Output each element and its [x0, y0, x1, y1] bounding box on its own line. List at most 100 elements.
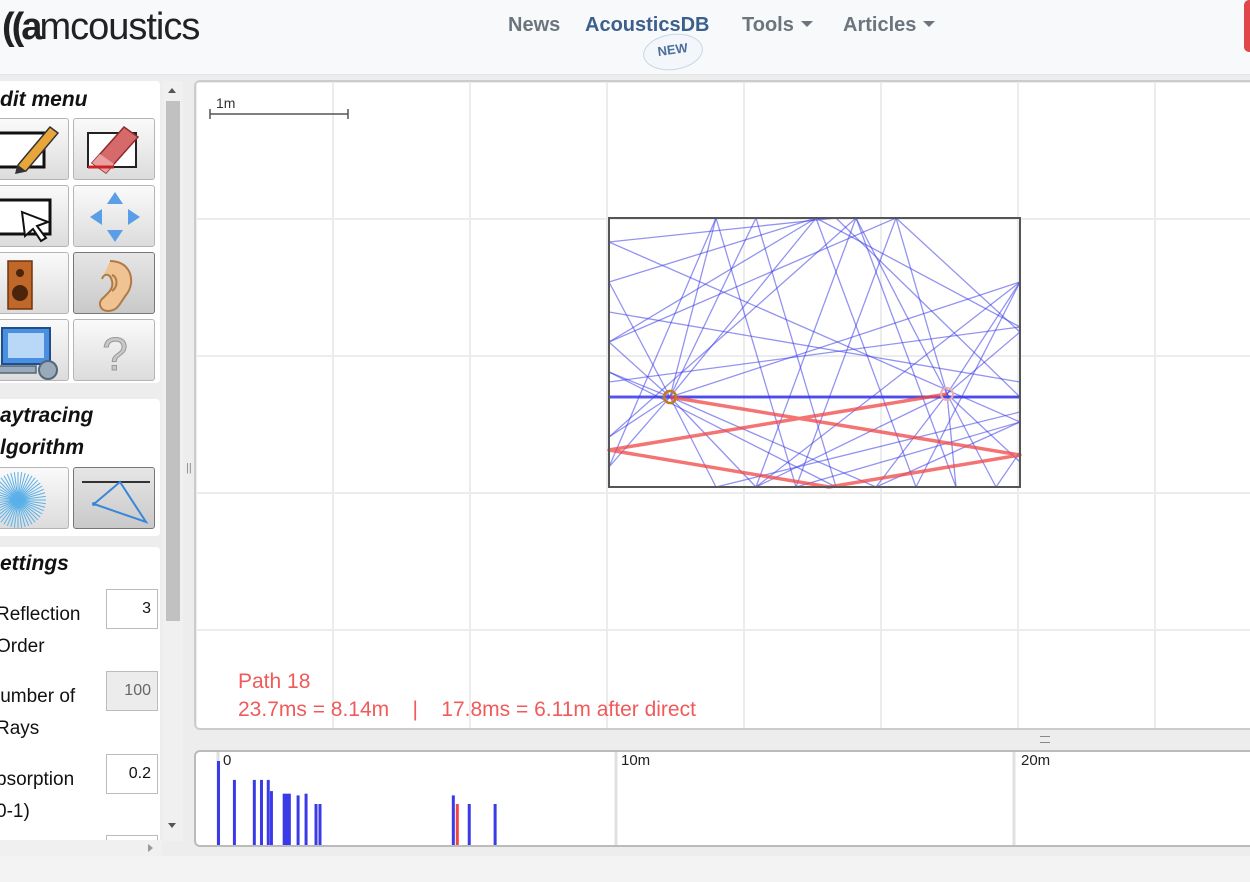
raytracing-title-line2: lgorithm [0, 436, 84, 459]
timeline-tick-20m: 20m [1021, 752, 1051, 769]
speaker-icon [7, 260, 33, 310]
amcoustics-logo[interactable]: ((amcoustics [2, 6, 200, 49]
ray-segment [815, 217, 1021, 328]
ray-segment [895, 217, 948, 395]
number-of-rays-label: lumber of Rays [0, 681, 75, 745]
ray-segment [608, 217, 717, 468]
absorption-label-line2: 0-1) [0, 801, 30, 822]
timeline-tick-10m: 10m [621, 752, 651, 769]
ear-icon [99, 260, 133, 313]
top-navbar: ((amcoustics News AcousticsDB NEW Tools … [0, 0, 1250, 75]
sidebar-vertical-scrollbar[interactable] [163, 81, 183, 841]
ray-segment [946, 331, 1021, 395]
reflection-order-label-line2: Order [0, 636, 45, 657]
nav-tools-dropdown[interactable]: Tools [742, 14, 813, 37]
select-pointer-icon [0, 198, 52, 243]
arrival-bar [259, 779, 263, 845]
image-source-icon [82, 480, 150, 524]
arrival-bar [232, 779, 236, 845]
timeline-tick-0: 0 [223, 752, 232, 769]
room-canvas[interactable]: 1m Path 18 23.7ms = 8.14m | 17.8ms = 6.1… [194, 80, 1250, 730]
nav-tools-label: Tools [742, 14, 794, 36]
ray-segment [608, 371, 671, 398]
number-of-rays-label-line1: lumber of [0, 686, 76, 707]
path-info: Path 18 23.7ms = 8.14m | 17.8ms = 6.11m … [238, 668, 696, 724]
ray-segment [608, 341, 671, 398]
nav-news-label: News [508, 14, 561, 36]
scroll-down-arrow-icon[interactable] [168, 823, 176, 828]
ray-segment [608, 311, 1021, 383]
chevron-down-icon [923, 21, 936, 27]
ray-segment [669, 396, 717, 488]
image-source-algorithm-button[interactable] [73, 467, 155, 529]
nav-articles-label: Articles [843, 14, 917, 36]
ray-paths [608, 217, 1021, 488]
arrival-bar [269, 791, 273, 845]
sidebar-horizontal-scrollbar[interactable] [0, 840, 162, 856]
timeline-chart[interactable] [196, 752, 1250, 847]
speaker-tool-button[interactable] [0, 252, 69, 314]
cutoff-red-button[interactable] [1244, 0, 1250, 52]
horizontal-resize-handle[interactable] [1040, 736, 1050, 743]
move-arrows-icon [90, 192, 140, 242]
raytracing-title-line1: aytracing [0, 404, 94, 427]
arrival-bar [318, 804, 322, 845]
room-drawing[interactable]: 1m [196, 82, 1250, 730]
arrival-bar [252, 779, 256, 845]
chevron-down-icon [800, 21, 813, 27]
arrival-bar [296, 795, 300, 845]
logo-mark: ((a [2, 6, 42, 48]
erase-tool-button[interactable] [73, 118, 155, 180]
help-button[interactable]: ? [73, 319, 155, 381]
move-tool-button[interactable] [73, 185, 155, 247]
number-of-rays-label-line2: Rays [0, 718, 40, 739]
ray-segment [608, 396, 671, 438]
edit-menu-panel: dit menu ? [0, 81, 160, 383]
display-settings-button[interactable] [0, 319, 69, 381]
ray-segment [755, 217, 857, 488]
ray-segment [608, 217, 857, 438]
reflection-order-label: Reflection Order [0, 599, 81, 663]
edit-menu-title: dit menu [0, 88, 88, 111]
ray-segment [608, 281, 671, 398]
draw-tool-button[interactable] [0, 118, 69, 180]
listener-tool-button[interactable] [73, 252, 155, 314]
nav-articles-dropdown[interactable]: Articles [843, 14, 936, 37]
number-of-rays-input [106, 671, 158, 711]
arrival-bar [493, 804, 497, 845]
nav-acousticsdb-label: AcousticsDB [585, 14, 710, 36]
arrival-bar [287, 793, 291, 845]
scrollbar-thumb[interactable] [166, 101, 180, 621]
reflection-order-input[interactable] [106, 589, 158, 629]
scroll-right-arrow-icon[interactable] [148, 844, 153, 852]
stochastic-rays-icon [0, 472, 46, 528]
scale-label: 1m [216, 95, 235, 111]
settings-title: ettings [0, 552, 69, 575]
path-title: Path 18 [238, 670, 311, 693]
vertical-resize-handle[interactable]: || [186, 462, 192, 474]
nav-news-link[interactable]: News [508, 14, 560, 37]
scroll-up-arrow-icon[interactable] [168, 88, 176, 93]
eraser-icon [87, 125, 140, 175]
ray-segment [608, 217, 897, 343]
arrival-bar [455, 804, 459, 845]
ray-segment [895, 217, 1021, 333]
arrival-bar [467, 804, 471, 845]
help-question-icon: ? [102, 328, 129, 381]
path-details: 23.7ms = 8.14m | 17.8ms = 6.11m after di… [238, 698, 696, 721]
nav-acousticsdb-link[interactable]: AcousticsDB [585, 14, 709, 37]
arrival-bar [266, 779, 270, 845]
arrival-timeline[interactable]: 0 10m 20m [194, 750, 1250, 847]
ray-segment [795, 421, 1021, 488]
settings-panel: ettings Reflection Order lumber of Rays … [0, 547, 160, 841]
ray-segment [755, 217, 837, 488]
select-tool-button[interactable] [0, 185, 69, 247]
svg-text:?: ? [102, 328, 128, 380]
absorption-input[interactable] [106, 754, 158, 794]
stochastic-algorithm-button[interactable] [0, 467, 69, 529]
footer-strip [0, 856, 1250, 882]
ray-segment [608, 326, 1021, 383]
arrival-bar [217, 761, 220, 845]
room-outline[interactable] [608, 217, 1021, 488]
logo-text: mcoustics [39, 6, 200, 48]
